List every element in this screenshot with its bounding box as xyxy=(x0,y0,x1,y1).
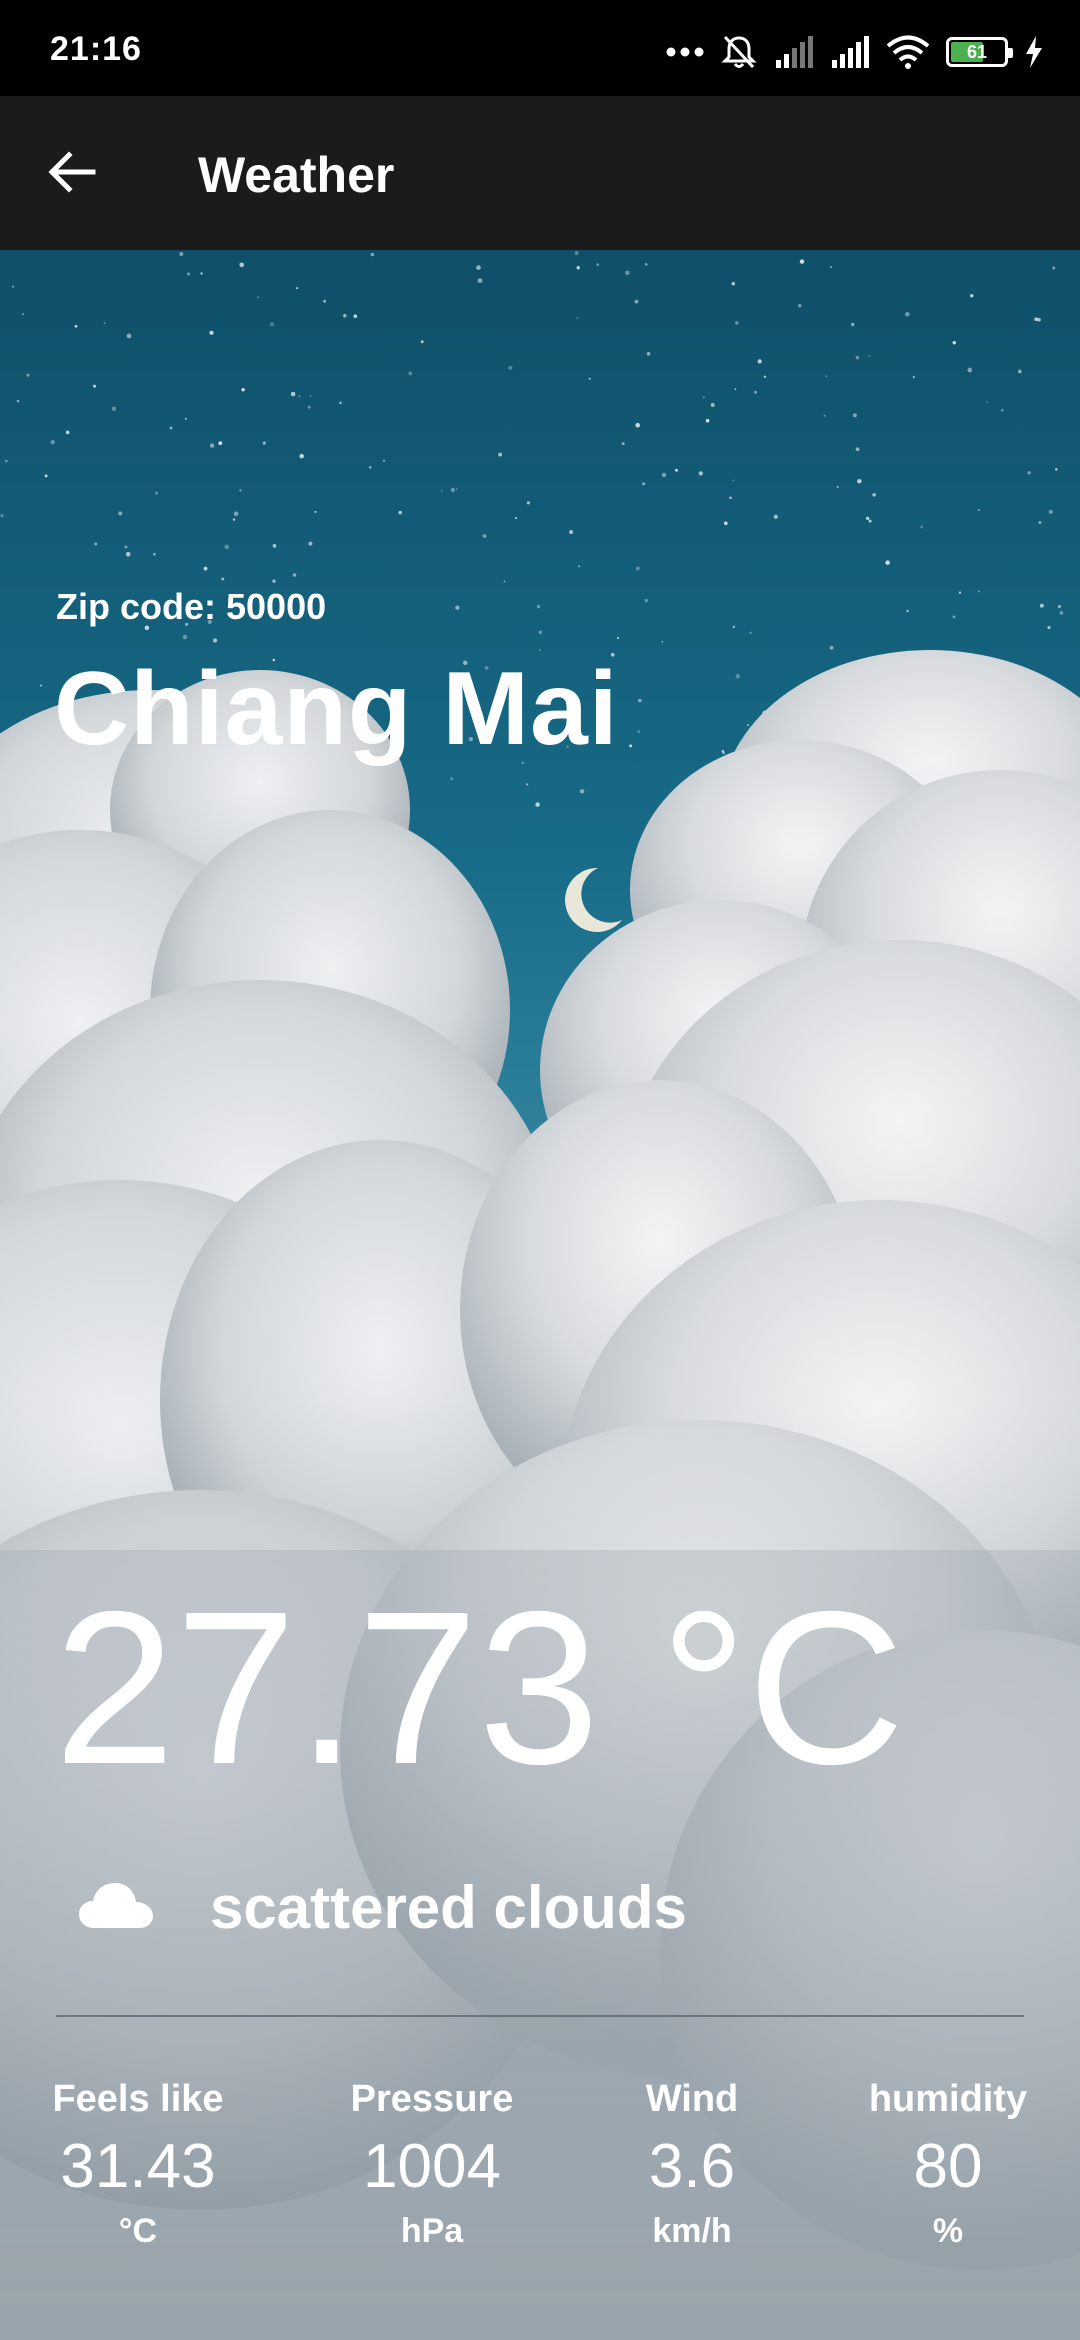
battery-level: 61 xyxy=(966,42,988,62)
app-title: Weather xyxy=(198,147,395,203)
stat-pressure: Pressure 1004 hPa xyxy=(322,2078,542,2251)
stat-label: Feels like xyxy=(52,2078,224,2120)
battery-tip xyxy=(1008,48,1013,58)
status-time: 21:16 xyxy=(50,30,142,68)
stat-wind: Wind 3.6 km/h xyxy=(582,2078,802,2251)
stat-value: 1004 xyxy=(363,2132,501,2201)
city-name: Chiang Mai xyxy=(54,651,619,767)
stat-unit: km/h xyxy=(652,2212,732,2250)
stat-value: 3.6 xyxy=(648,2132,736,2201)
stat-unit: % xyxy=(932,2212,964,2250)
stats-row: Feels like 31.43 °C Pressure 1004 hPa Wi… xyxy=(0,2078,1080,2278)
sky-clouds-image xyxy=(0,250,1080,2340)
wifi-icon xyxy=(886,35,930,69)
back-button[interactable] xyxy=(36,136,108,208)
status-bar: 21:16 61 xyxy=(0,0,1080,96)
cloud-icon xyxy=(78,1880,154,1935)
status-icons: 61 xyxy=(666,30,1044,74)
stat-label: Pressure xyxy=(350,2078,514,2120)
arrow-left-icon xyxy=(48,151,96,193)
condition-row: scattered clouds xyxy=(78,1862,687,1952)
stat-label: humidity xyxy=(868,2078,1028,2120)
more-dots-icon xyxy=(666,46,704,58)
stat-label: Wind xyxy=(645,2078,739,2120)
stat-value: 31.43 xyxy=(60,2132,216,2201)
weather-background: Zip code: 50000 Chiang Mai 27.73 °C scat… xyxy=(0,250,1080,2340)
condition-text: scattered clouds xyxy=(210,1873,687,1941)
divider xyxy=(56,2015,1024,2017)
battery-icon: 61 xyxy=(946,37,1013,67)
charging-bolt-icon xyxy=(1024,36,1044,68)
cell-signal-2-icon xyxy=(830,36,870,68)
stat-feels-like: Feels like 31.43 °C xyxy=(28,2078,248,2251)
mute-bell-icon xyxy=(720,33,758,71)
stat-unit: hPa xyxy=(400,2212,464,2250)
app-bar: Weather xyxy=(0,96,1080,250)
stat-value: 80 xyxy=(913,2132,983,2201)
stat-humidity: humidity 80 % xyxy=(838,2078,1058,2251)
stat-unit: °C xyxy=(118,2212,158,2250)
weather-screen: 21:16 61 Weather Zip code: 50000 Chiang … xyxy=(0,0,1080,2340)
zip-code-label: Zip code: 50000 xyxy=(56,586,327,627)
temperature-value: 27.73 °C xyxy=(54,1567,905,1810)
cell-signal-1-icon xyxy=(774,36,814,68)
